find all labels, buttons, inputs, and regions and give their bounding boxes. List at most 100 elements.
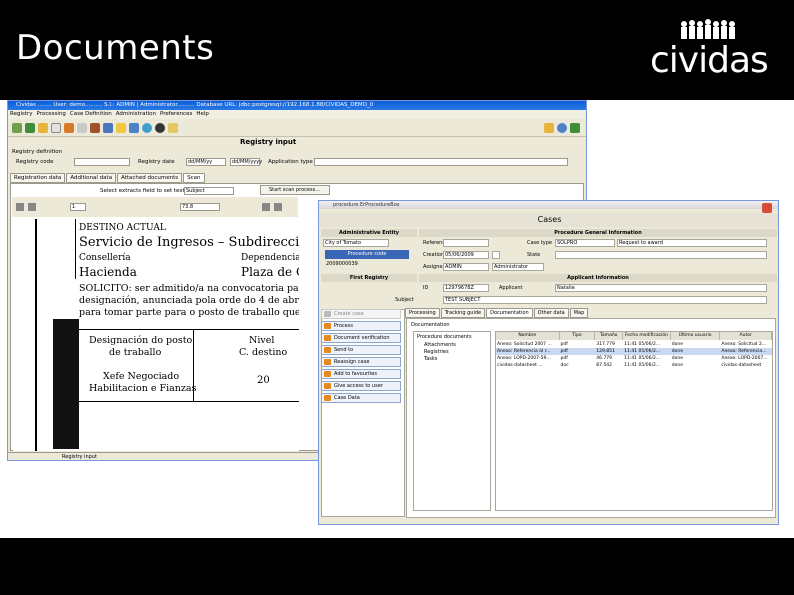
admin-entity-field[interactable]: City of Tomato (323, 239, 389, 247)
window-titlebar[interactable]: Cividas ........ User: demo.......... S.… (8, 101, 586, 110)
scan-line: de traballo (109, 347, 162, 358)
admin-entity-band: Administrative Entity (321, 229, 417, 237)
application-type-field[interactable] (314, 158, 568, 166)
tab-processing[interactable]: Processing (405, 308, 440, 318)
zoom-select[interactable]: 73.8 (180, 203, 220, 211)
assigned-to-field[interactable]: ADMIN (443, 263, 489, 271)
footer-band (0, 538, 794, 595)
mail-icon[interactable] (77, 122, 87, 133)
table-cell: Anexo: Referencia al r... (497, 349, 551, 354)
reference-number-field[interactable] (443, 239, 489, 247)
table-cell: 317.779 (596, 342, 615, 347)
table-row[interactable]: Anexo: LOPD-2007-59... pdf 46.779 11:41 … (496, 355, 772, 362)
lock-icon[interactable] (544, 122, 554, 133)
tab-documentation[interactable]: Documentation (486, 308, 533, 318)
calendar-icon[interactable] (492, 251, 500, 259)
reassign-case-button[interactable]: Reassign case (321, 357, 401, 367)
create-case-button[interactable]: Create case (321, 309, 401, 319)
column-header[interactable]: Tamaño (595, 332, 624, 340)
scan-line: Designación do posto (89, 335, 193, 346)
tools-icon[interactable] (90, 122, 100, 133)
tree-item[interactable]: Tasks (424, 356, 437, 362)
prev-page-icon[interactable] (28, 203, 36, 211)
tab-attached-documents[interactable]: Attached documents (117, 173, 183, 183)
registry-tabs: Registration data Additional data Attach… (10, 173, 205, 183)
scan-line: 20 (257, 375, 270, 386)
administrator-field[interactable]: Administrator (492, 263, 544, 271)
column-header[interactable]: Fecha modificación (623, 332, 671, 340)
registry-date-field-2[interactable]: dd/MM/yyyy (230, 158, 262, 166)
zoom-in-icon[interactable] (262, 203, 270, 211)
creation-date-field[interactable]: 05/06/2009 (443, 251, 489, 259)
stop-icon[interactable] (155, 122, 165, 133)
key-icon[interactable] (168, 122, 178, 133)
column-header[interactable]: Último usuario (671, 332, 721, 340)
table-row[interactable]: Anexo: Solicitud 2007 ... pdf 317.779 11… (496, 341, 772, 348)
add-to-favourites-button[interactable]: Add to favourites (321, 369, 401, 379)
menu-case-definition[interactable]: Case Definition (70, 110, 112, 119)
subject-field[interactable]: TEST SUBJECT (443, 296, 767, 304)
documentation-label: Documentation (411, 322, 450, 328)
tab-map[interactable]: Map (569, 308, 589, 318)
table-cell: pdf (560, 342, 568, 347)
tree-item[interactable]: Registries (424, 349, 449, 355)
case-data-button[interactable]: Case Data (321, 393, 401, 403)
column-header[interactable]: Autor (720, 332, 772, 340)
application-type-label: Application type (268, 159, 313, 165)
menu-help[interactable]: Help (196, 110, 209, 119)
page-input[interactable]: 1 (70, 203, 86, 211)
help-icon[interactable] (557, 122, 567, 133)
table-cell: cividas-datasheet ... (497, 363, 543, 368)
table-cell: 11:41 05/06/2... (624, 363, 661, 368)
give-access-button[interactable]: Give access to user (321, 381, 401, 391)
applicant-label: Applicant (499, 285, 523, 291)
tree-item[interactable]: Procedure documents (417, 334, 472, 340)
tab-registration-data[interactable]: Registration data (10, 173, 66, 183)
process-button[interactable]: Process (321, 321, 401, 331)
document-icon[interactable] (51, 122, 61, 133)
registry-date-field[interactable]: dd/MM/yy (186, 158, 226, 166)
refresh-icon[interactable] (25, 122, 35, 133)
case-type-field[interactable]: SOLPRO (555, 239, 615, 247)
first-page-icon[interactable] (16, 203, 24, 211)
menu-administration[interactable]: Administration (116, 110, 156, 119)
window-titlebar[interactable]: procedure.ErProcedureBox (319, 201, 778, 209)
scan-line: designación, anunciada pola orde do 4 de… (79, 295, 299, 306)
id-field[interactable]: 12979678Z (443, 284, 489, 292)
menu-processing[interactable]: Processing (37, 110, 66, 119)
table-row[interactable]: cividas-datasheet ... doc 87.542 11:41 0… (496, 362, 772, 369)
column-header[interactable]: Tipo (560, 332, 596, 340)
scan-line: Dependencia (241, 253, 299, 263)
table-cell: doc (560, 363, 569, 368)
search-icon[interactable] (103, 122, 113, 133)
tab-scan[interactable]: Scan (183, 173, 205, 183)
column-header[interactable]: Nombre (496, 332, 560, 340)
info-icon[interactable] (142, 122, 152, 133)
close-icon[interactable] (762, 203, 772, 213)
state-field[interactable] (555, 251, 767, 259)
user-icon[interactable] (129, 122, 139, 133)
table-cell: pdf (560, 356, 568, 361)
folder-icon[interactable] (38, 122, 48, 133)
zoom-out-icon[interactable] (274, 203, 282, 211)
table-row[interactable]: Anexo: Referencia al r... pdf 129.851 11… (496, 348, 772, 355)
document-verification-button[interactable]: Document verification (321, 333, 401, 343)
menu-registry[interactable]: Registry (10, 110, 33, 119)
tab-additional-data[interactable]: Additional data (66, 173, 117, 183)
tree-item[interactable]: Attachments (424, 342, 456, 348)
cases-window: procedure.ErProcedureBox Cases Administr… (318, 200, 779, 525)
tab-tracking-guide[interactable]: Tracking guide (440, 308, 486, 318)
scan-line: para tomar parte para o posto de traball… (79, 307, 299, 318)
scan-field-select[interactable]: Subject (184, 187, 234, 195)
procedure-code-button[interactable]: Procedure code (325, 250, 409, 259)
menu-preferences[interactable]: Preferences (160, 110, 192, 119)
tab-other-data[interactable]: Other data (533, 308, 569, 318)
start-scan-button[interactable]: Start scan process... (260, 185, 330, 195)
back-icon[interactable] (12, 122, 22, 133)
applicant-field[interactable]: Natalie (555, 284, 767, 292)
exit-icon[interactable] (570, 122, 580, 133)
registry-code-field[interactable] (74, 158, 130, 166)
send-to-button[interactable]: Send to (321, 345, 401, 355)
edit-icon[interactable] (116, 122, 126, 133)
users-icon[interactable] (64, 122, 74, 133)
